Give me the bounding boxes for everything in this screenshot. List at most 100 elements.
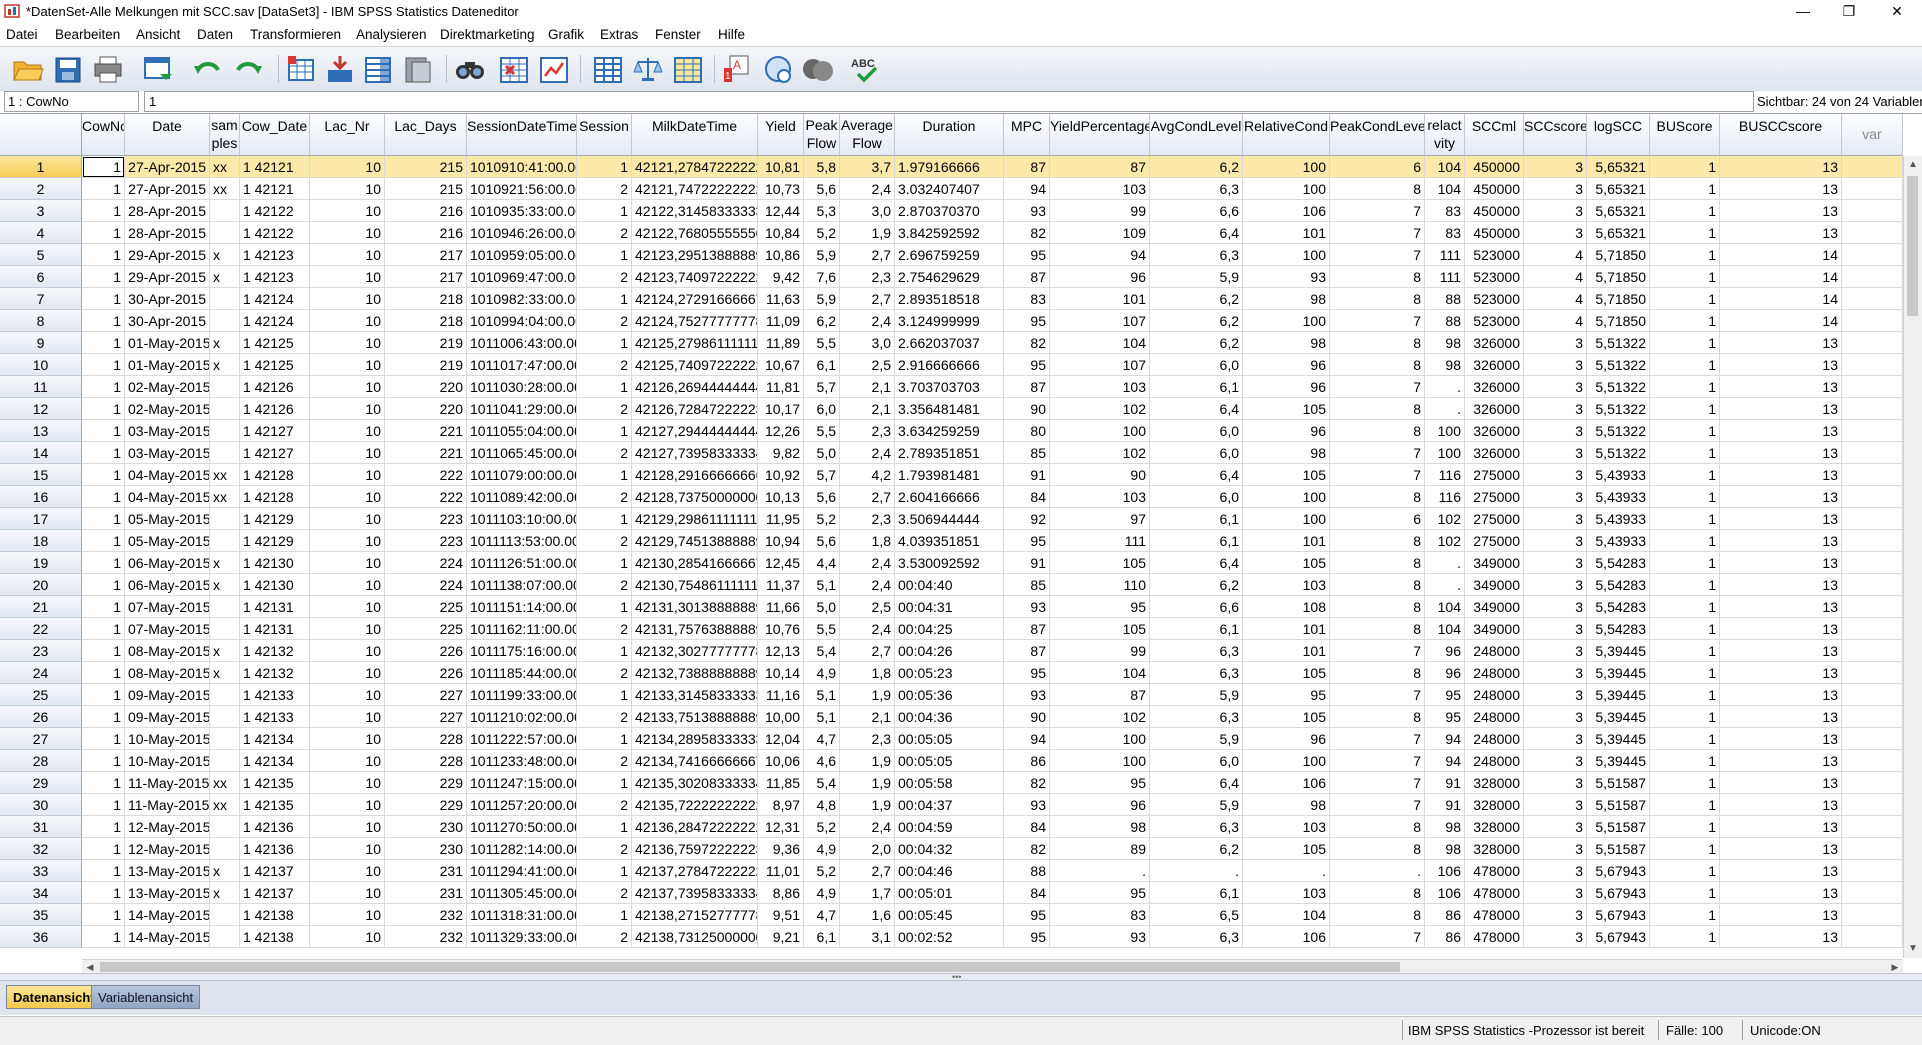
cell-lac_days[interactable]: 225	[385, 618, 467, 640]
cell-yieldpercentage[interactable]: 107	[1050, 354, 1150, 376]
cell-yieldpercentage[interactable]: 95	[1050, 596, 1150, 618]
cell-relativecond[interactable]: 98	[1243, 288, 1330, 310]
cell-sccml[interactable]: 478000	[1465, 882, 1524, 904]
cell-busccscore[interactable]: 13	[1720, 200, 1842, 222]
cell-peakcondlevel[interactable]: 7	[1330, 640, 1425, 662]
cell-peakcondlevel[interactable]: 8	[1330, 530, 1425, 552]
row-number[interactable]: 23	[0, 640, 82, 662]
cell-peakflow[interactable]: 4,6	[804, 750, 840, 772]
cell-duration[interactable]: 00:05:05	[895, 750, 1004, 772]
cell-milkdatetime[interactable]: 42126,72847222223	[632, 398, 758, 420]
cell-relactivity[interactable]: 116	[1425, 486, 1465, 508]
open-icon[interactable]	[10, 52, 46, 86]
goto-case-icon[interactable]	[284, 52, 320, 86]
cell-milkdatetime[interactable]: 42133,75138888889	[632, 706, 758, 728]
row-number[interactable]: 25	[0, 684, 82, 706]
cell-duration[interactable]: 2.893518518	[895, 288, 1004, 310]
row-number[interactable]: 32	[0, 838, 82, 860]
cell-peakcondlevel[interactable]: 7	[1330, 442, 1425, 464]
cell-cow_date[interactable]: 1 42134	[240, 728, 310, 750]
cell-yield[interactable]: 9,51	[758, 904, 804, 926]
cell-peakflow[interactable]: 5,2	[804, 508, 840, 530]
cell-peakflow[interactable]: 6,0	[804, 398, 840, 420]
cell-date[interactable]: 02-May-2015	[125, 376, 210, 398]
cell-samples[interactable]	[210, 904, 240, 926]
cell-duration[interactable]: 00:04:26	[895, 640, 1004, 662]
cell-avgcondlevel[interactable]: .	[1150, 860, 1243, 882]
cell-sccscore[interactable]: 3	[1524, 464, 1587, 486]
row-number[interactable]: 29	[0, 772, 82, 794]
cell-peakcondlevel[interactable]: 7	[1330, 728, 1425, 750]
cell-averageflow[interactable]: 2,1	[840, 398, 895, 420]
column-header-yield[interactable]: Yield	[758, 114, 804, 156]
cell-date[interactable]: 03-May-2015	[125, 420, 210, 442]
cell-lac_nr[interactable]: 10	[310, 486, 385, 508]
cell-avgcondlevel[interactable]: 6,6	[1150, 596, 1243, 618]
cell-milkdatetime[interactable]: 42130,28541666667	[632, 552, 758, 574]
cell-samples[interactable]: xx	[210, 794, 240, 816]
cell-var[interactable]	[1842, 904, 1903, 926]
cell-yieldpercentage[interactable]: 103	[1050, 376, 1150, 398]
cell-session[interactable]: 2	[577, 926, 632, 948]
column-header-sccscore[interactable]: SCCscore	[1524, 114, 1587, 156]
cell-yieldpercentage[interactable]: 87	[1050, 156, 1150, 178]
cell-var[interactable]	[1842, 310, 1903, 332]
cell-lac_nr[interactable]: 10	[310, 926, 385, 948]
tab-variable-view[interactable]: Variablenansicht	[91, 985, 201, 1009]
cell-lac_nr[interactable]: 10	[310, 750, 385, 772]
cell-relactivity[interactable]: .	[1425, 376, 1465, 398]
cell-peakcondlevel[interactable]: 8	[1330, 552, 1425, 574]
cell-yieldpercentage[interactable]: 95	[1050, 882, 1150, 904]
cell-buscore[interactable]: 1	[1650, 420, 1720, 442]
cell-sessiondatetime[interactable]: 1010982:33:00.00	[467, 288, 577, 310]
cell-mpc[interactable]: 87	[1004, 266, 1050, 288]
cell-peakcondlevel[interactable]: 8	[1330, 354, 1425, 376]
cell-duration[interactable]: 3.356481481	[895, 398, 1004, 420]
cell-yieldpercentage[interactable]: 90	[1050, 464, 1150, 486]
redo-icon[interactable]	[230, 52, 266, 86]
cell-duration[interactable]: 00:04:46	[895, 860, 1004, 882]
cell-var[interactable]	[1842, 728, 1903, 750]
cell-session[interactable]: 2	[577, 574, 632, 596]
cell-lac_nr[interactable]: 10	[310, 860, 385, 882]
cell-duration[interactable]: 00:05:01	[895, 882, 1004, 904]
cell-lac_nr[interactable]: 10	[310, 420, 385, 442]
cell-date[interactable]: 01-May-2015	[125, 354, 210, 376]
cell-milkdatetime[interactable]: 42122,31458333333	[632, 200, 758, 222]
cell-mpc[interactable]: 82	[1004, 222, 1050, 244]
cell-sessiondatetime[interactable]: 1011041:29:00.00	[467, 398, 577, 420]
cell-avgcondlevel[interactable]: 6,5	[1150, 904, 1243, 926]
cell-mpc[interactable]: 82	[1004, 772, 1050, 794]
row-number[interactable]: 4	[0, 222, 82, 244]
cell-yield[interactable]: 8,86	[758, 882, 804, 904]
cell-relativecond[interactable]: 96	[1243, 420, 1330, 442]
cell-yield[interactable]: 12,44	[758, 200, 804, 222]
cell-avgcondlevel[interactable]: 6,3	[1150, 178, 1243, 200]
cell-busccscore[interactable]: 14	[1720, 244, 1842, 266]
cell-relativecond[interactable]: 101	[1243, 640, 1330, 662]
split-file-icon[interactable]	[590, 52, 626, 86]
menu-datei[interactable]: Datei	[6, 27, 38, 42]
cell-cow_date[interactable]: 1 42131	[240, 618, 310, 640]
cell-mpc[interactable]: 87	[1004, 640, 1050, 662]
cell-averageflow[interactable]: 1,8	[840, 662, 895, 684]
row-number[interactable]: 24	[0, 662, 82, 684]
cell-var[interactable]	[1842, 772, 1903, 794]
cell-busccscore[interactable]: 13	[1720, 376, 1842, 398]
cell-sessiondatetime[interactable]: 1011103:10:00.00	[467, 508, 577, 530]
cell-lac_nr[interactable]: 10	[310, 376, 385, 398]
cell-avgcondlevel[interactable]: 6,4	[1150, 552, 1243, 574]
select-cases-icon[interactable]	[670, 52, 706, 86]
cell-mpc[interactable]: 95	[1004, 662, 1050, 684]
cell-lac_days[interactable]: 232	[385, 926, 467, 948]
cell-yield[interactable]: 11,37	[758, 574, 804, 596]
cell-sccscore[interactable]: 3	[1524, 178, 1587, 200]
cell-session[interactable]: 2	[577, 618, 632, 640]
cell-duration[interactable]: 2.696759259	[895, 244, 1004, 266]
cell-peakcondlevel[interactable]: 6	[1330, 156, 1425, 178]
menu-daten[interactable]: Daten	[197, 27, 233, 42]
cell-sccscore[interactable]: 3	[1524, 926, 1587, 948]
cell-samples[interactable]	[210, 288, 240, 310]
cell-relativecond[interactable]: 96	[1243, 728, 1330, 750]
cell-session[interactable]: 1	[577, 684, 632, 706]
